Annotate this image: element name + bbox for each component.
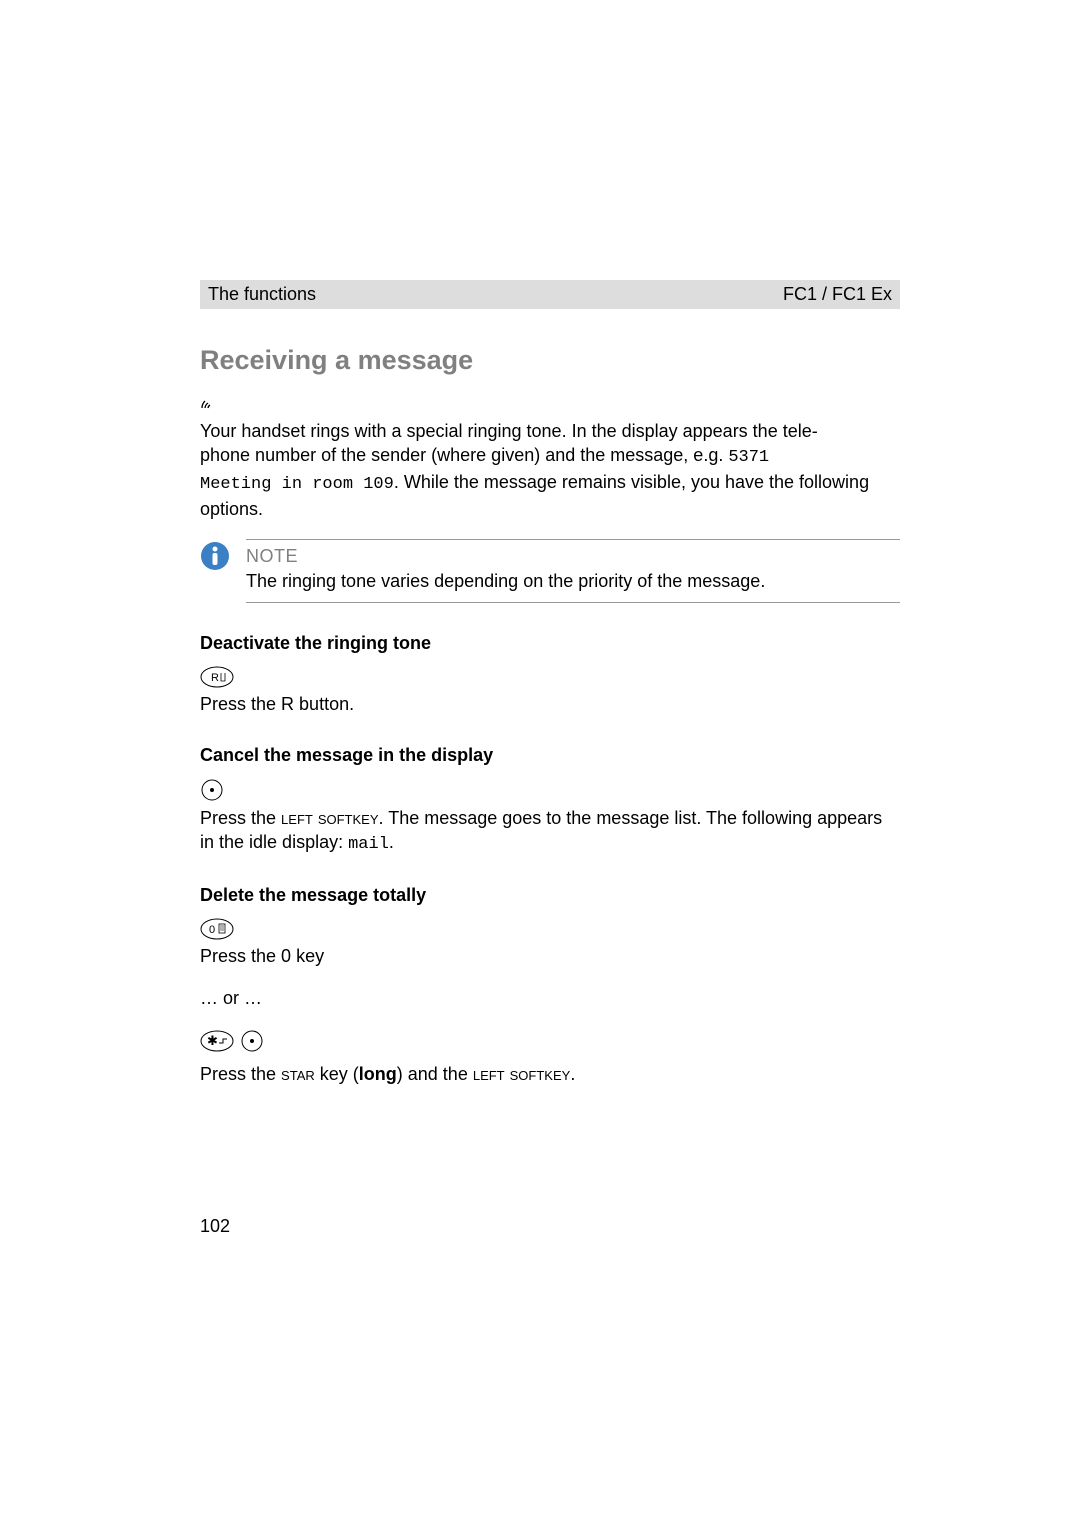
delete-or: … or …	[200, 986, 900, 1010]
delete-step2-bold: long	[359, 1064, 397, 1084]
delete-heading: Delete the message totally	[200, 885, 900, 906]
section-title: Receiving a message	[200, 345, 900, 376]
delete-step1-prefix: Press the	[200, 946, 281, 966]
header-left: The functions	[208, 284, 316, 305]
intro-example2: Meeting in room 109	[200, 475, 394, 494]
delete-step1-key: 0	[281, 946, 291, 966]
star-softkey-icons: ✱	[200, 1029, 900, 1058]
delete-step1: Press the 0 key	[200, 944, 900, 968]
r-key-icon: R	[200, 666, 900, 688]
document-page: The functions FC1 / FC1 Ex Receiving a m…	[0, 0, 1080, 1237]
deactivate-key: R	[281, 694, 294, 714]
delete-step2-mid2: ) and the	[397, 1064, 473, 1084]
delete-step1-suffix: key	[291, 946, 324, 966]
header-right: FC1 / FC1 Ex	[783, 284, 892, 305]
note-text: The ringing tone varies depending on the…	[246, 571, 900, 592]
cancel-suffix: .	[389, 832, 394, 852]
note-heading: NOTE	[246, 546, 900, 567]
cancel-heading: Cancel the message in the display	[200, 745, 900, 766]
svg-text:✱: ✱	[207, 1033, 218, 1048]
intro-paragraph: Your handset rings with a special ringin…	[200, 419, 900, 521]
cancel-softkey: left softkey	[281, 808, 378, 828]
page-number: 102	[200, 1216, 900, 1237]
delete-step2-key: star	[281, 1064, 315, 1084]
delete-step2: Press the star key (long) and the left s…	[200, 1062, 900, 1086]
delete-step2-suffix: .	[570, 1064, 575, 1084]
deactivate-suffix: button.	[294, 694, 354, 714]
cancel-mono: mail	[348, 835, 389, 854]
info-icon	[200, 541, 230, 571]
cancel-text: Press the left softkey. The message goes…	[200, 806, 900, 857]
star-key-icon: ✱	[200, 1030, 234, 1057]
softkey-dot-icon-2	[240, 1029, 264, 1058]
svg-text:0: 0	[209, 924, 215, 936]
intro-example1: 5371	[728, 448, 769, 467]
delete-step2-softkey: left softkey	[473, 1064, 570, 1084]
deactivate-text: Press the R button.	[200, 692, 900, 716]
svg-text:R: R	[211, 672, 219, 684]
deactivate-prefix: Press the	[200, 694, 281, 714]
header-bar: The functions FC1 / FC1 Ex	[200, 280, 900, 309]
note-block: NOTE The ringing tone varies depending o…	[200, 539, 900, 603]
signal-icon	[200, 396, 900, 415]
delete-step2-mid: key (	[315, 1064, 359, 1084]
softkey-dot-icon	[200, 778, 900, 802]
note-content: NOTE The ringing tone varies depending o…	[246, 539, 900, 603]
deactivate-heading: Deactivate the ringing tone	[200, 633, 900, 654]
cancel-prefix: Press the	[200, 808, 281, 828]
intro-line1: Your handset rings with a special ringin…	[200, 421, 818, 441]
zero-key-icon: 0	[200, 918, 900, 940]
intro-line2-prefix: phone number of the sender (where given)…	[200, 445, 728, 465]
delete-step2-prefix: Press the	[200, 1064, 281, 1084]
